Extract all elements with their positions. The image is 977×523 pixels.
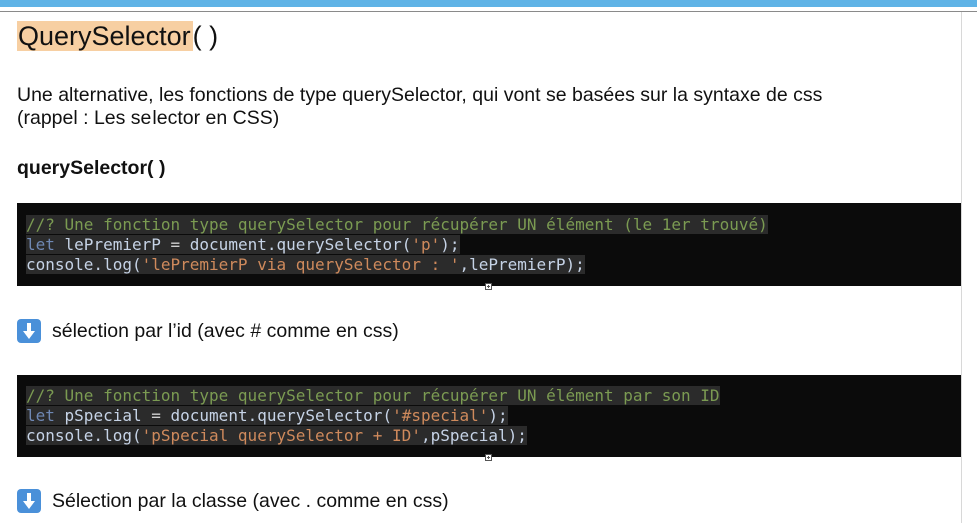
block-resize-handle[interactable] bbox=[485, 283, 492, 290]
page-edge bbox=[961, 12, 962, 523]
section-heading: querySelector( ) bbox=[17, 157, 166, 179]
arrow-down-icon bbox=[17, 319, 41, 343]
code-line: let lePremierP = document.querySelector(… bbox=[26, 235, 961, 255]
id-selection-note: sélection par l’id (avec # comme en css) bbox=[17, 318, 399, 344]
code-block-queryselector[interactable]: //? Une fonction type querySelector pour… bbox=[17, 203, 961, 286]
intro-line-2a: (rappel : Les se bbox=[17, 107, 152, 129]
arrow-down-icon bbox=[17, 489, 41, 513]
intro-line-2b: lector en CSS) bbox=[152, 107, 280, 129]
code-punct: ); bbox=[507, 426, 527, 445]
code-call: console.log( bbox=[26, 255, 142, 274]
code-line: //? Une fonction type querySelector pour… bbox=[26, 215, 961, 235]
code-keyword: let bbox=[26, 235, 55, 254]
code-string: '#special' bbox=[392, 406, 489, 425]
code-operator: = bbox=[160, 235, 190, 254]
intro-paragraph: Une alternative, les fonctions de type q… bbox=[17, 84, 947, 130]
code-line: console.log('pSpecial querySelector + ID… bbox=[26, 426, 961, 446]
top-accent-bar bbox=[0, 0, 977, 7]
code-keyword: let bbox=[26, 406, 55, 425]
code-punct: ); bbox=[565, 255, 585, 274]
intro-line-1: Une alternative, les fonctions de type q… bbox=[17, 84, 823, 106]
code-call: document.querySelector( bbox=[170, 406, 393, 425]
code-punct: ); bbox=[488, 406, 508, 425]
title-parens: ( ) bbox=[192, 21, 219, 51]
page-title: QuerySelector( ) bbox=[17, 18, 218, 56]
code-string: 'lePremierP via querySelector : ' bbox=[141, 255, 460, 274]
code-block-queryselector-id[interactable]: //? Une fonction type querySelector pour… bbox=[17, 375, 961, 457]
code-line: console.log('lePremierP via querySelecto… bbox=[26, 255, 961, 275]
code-punct: ); bbox=[440, 235, 460, 254]
code-line: //? Une fonction type querySelector pour… bbox=[26, 386, 961, 406]
code-string: 'pSpecial querySelector + ID' bbox=[141, 426, 421, 445]
code-variable: pSpecial bbox=[54, 406, 142, 425]
class-selection-text: Sélection par la classe (avec . comme en… bbox=[52, 490, 449, 512]
code-operator: = bbox=[141, 406, 171, 425]
code-variable: lePremierP bbox=[54, 235, 161, 254]
block-resize-handle[interactable] bbox=[485, 454, 492, 461]
code-comment: //? Une fonction type querySelector pour… bbox=[26, 386, 720, 405]
code-string: 'p' bbox=[411, 235, 441, 254]
code-argument: ,pSpecial bbox=[420, 426, 508, 445]
code-comment: //? Une fonction type querySelector pour… bbox=[26, 215, 768, 234]
code-call: document.querySelector( bbox=[189, 235, 412, 254]
id-selection-text: sélection par l’id (avec # comme en css) bbox=[52, 320, 399, 342]
top-divider bbox=[0, 11, 977, 12]
code-argument: ,lePremierP bbox=[459, 255, 566, 274]
code-line: let pSpecial = document.querySelector('#… bbox=[26, 406, 961, 426]
code-call: console.log( bbox=[26, 426, 142, 445]
class-selection-note: Sélection par la classe (avec . comme en… bbox=[17, 488, 449, 514]
title-highlight: QuerySelector bbox=[17, 21, 193, 51]
